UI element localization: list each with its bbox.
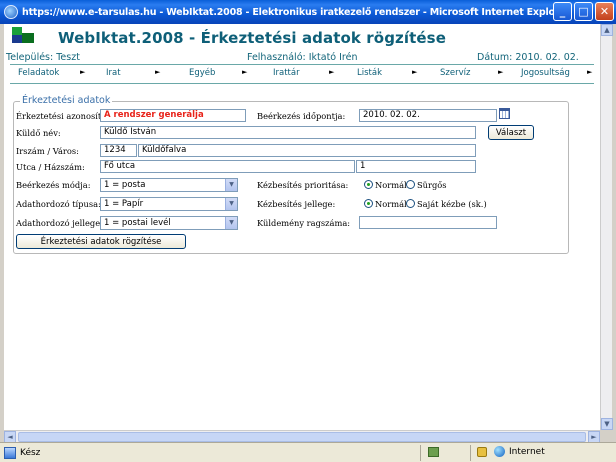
jelleg-select[interactable]: 1 = postai levél ▼ [100, 216, 238, 230]
window-controls: _ □ ✕ [553, 2, 614, 21]
tipus-value: 1 = Papír [104, 199, 144, 209]
menu-arrow-icon: ► [155, 68, 161, 76]
erkeztetes-fieldset [13, 101, 569, 254]
felhasznalo-text: Felhasználó: Iktató Irén [247, 52, 358, 63]
prioritas-normal-label: Normál [375, 180, 407, 190]
status-bar: Kész Internet [0, 442, 616, 462]
window-titlebar: https://www.e-tarsulas.hu - WebIktat.200… [0, 0, 616, 24]
scroll-down-icon[interactable]: ▼ [601, 418, 613, 430]
utca-field[interactable]: Fő utca [100, 160, 355, 173]
ie-icon [4, 5, 18, 19]
horizontal-scrollbar[interactable]: ◄ ► [4, 430, 600, 443]
kuldo-label: Küldő név: [16, 128, 61, 138]
beerkezes-mod-label: Beérkezés módja: [16, 180, 91, 190]
menu-arrow-icon: ► [587, 68, 593, 76]
page-done-icon [4, 446, 16, 459]
prioritas-surgos-label: Sürgős [417, 180, 447, 190]
page-title: WebIktat.2008 - Érkeztetési adatok rögzí… [58, 29, 446, 47]
page-content: WebIktat.2008 - Érkeztetési adatok rögzí… [4, 24, 600, 430]
fieldset-legend: Érkeztetési adatok [20, 95, 113, 106]
menu-arrow-icon: ► [80, 68, 86, 76]
menu-item-listak[interactable]: Listák [357, 68, 382, 78]
utca-label: Utca / Házszám: [16, 162, 85, 172]
tipus-select[interactable]: 1 = Papír ▼ [100, 197, 238, 211]
minimize-button[interactable]: _ [553, 2, 572, 21]
datum-text: Dátum: 2010. 02. 02. [477, 52, 579, 63]
prioritas-surgos-radio[interactable] [406, 180, 415, 189]
jelleg-value: 1 = postai levél [104, 218, 171, 228]
kuldo-field[interactable]: Küldő István [100, 126, 476, 139]
kezb-jelleg-normal-radio[interactable] [364, 199, 373, 208]
ragszam-field[interactable] [359, 216, 497, 229]
prioritas-normal-radio[interactable] [364, 180, 373, 189]
valaszt-button[interactable]: Választ [488, 125, 534, 140]
kezb-jelleg-sajat-radio[interactable] [406, 199, 415, 208]
menu-arrow-icon: ► [412, 68, 418, 76]
varos-field[interactable]: Küldőfalva [138, 144, 476, 157]
scroll-thumb[interactable] [18, 432, 586, 442]
irsz-label: Irszám / Város: [16, 146, 79, 156]
prioritas-label: Kézbesítés prioritása: [257, 180, 349, 190]
chevron-down-icon[interactable]: ▼ [225, 179, 237, 191]
lock-icon[interactable] [477, 447, 487, 457]
divider [10, 83, 594, 84]
kezb-jelleg-sajat-label: Saját kézbe (sk.) [417, 199, 487, 209]
submit-erkeztetes-button[interactable]: Érkeztetési adatok rögzítése [16, 234, 186, 249]
close-button[interactable]: ✕ [595, 2, 614, 21]
app-logo [12, 27, 34, 43]
menu-item-jogosultsag[interactable]: Jogosultság [521, 68, 570, 78]
calendar-icon[interactable] [499, 108, 510, 119]
beerkezes-mod-value: 1 = posta [104, 180, 146, 190]
azonosito-label: Érkeztetési azonosító: [16, 111, 110, 121]
hazszam-field[interactable]: 1 [356, 160, 476, 173]
info-row: Település: Teszt Felhasználó: Iktató Iré… [4, 52, 600, 64]
kezb-jelleg-label: Kézbesítés jellege: [257, 199, 336, 209]
tipus-label: Adathordozó típusa: [16, 199, 101, 209]
beerkezes-mod-select[interactable]: 1 = posta ▼ [100, 178, 238, 192]
maximize-button[interactable]: □ [574, 2, 593, 21]
window-title: https://www.e-tarsulas.hu - WebIktat.200… [22, 6, 571, 18]
menu-item-irat[interactable]: Irat [106, 68, 121, 78]
zone-text: Internet [509, 446, 545, 457]
ragszam-label: Küldemény ragszáma: [257, 218, 351, 228]
idopont-field[interactable]: 2010. 02. 02. [359, 109, 497, 122]
menu-item-irattar[interactable]: Irattár [273, 68, 300, 78]
vertical-scrollbar[interactable]: ▲ ▼ [600, 24, 613, 430]
globe-icon [494, 446, 505, 457]
divider [10, 64, 594, 65]
menu-arrow-icon: ► [498, 68, 504, 76]
menu-arrow-icon: ► [242, 68, 248, 76]
menu-item-feladatok[interactable]: Feladatok [18, 68, 59, 78]
azonosito-field: A rendszer generálja [100, 109, 246, 122]
menu-bar: Feladatok ► Irat ► Egyéb ► Irattár ► Lis… [10, 68, 594, 82]
menu-item-egyeb[interactable]: Egyéb [189, 68, 215, 78]
status-text: Kész [20, 447, 41, 458]
chevron-down-icon[interactable]: ▼ [225, 198, 237, 210]
idopont-label: Beérkezés időpontja: [257, 111, 346, 121]
kezb-jelleg-normal-label: Normál [375, 199, 407, 209]
jelleg-label: Adathordozó jellege: [16, 218, 103, 228]
menu-arrow-icon: ► [329, 68, 335, 76]
irsz-field[interactable]: 1234 [100, 144, 137, 157]
security-zone: Internet [494, 446, 545, 457]
menu-item-szerviz[interactable]: Szervíz [440, 68, 470, 78]
scroll-up-icon[interactable]: ▲ [601, 24, 613, 36]
chevron-down-icon[interactable]: ▼ [225, 217, 237, 229]
network-icon [428, 447, 439, 457]
telepules-text: Település: Teszt [6, 52, 80, 63]
